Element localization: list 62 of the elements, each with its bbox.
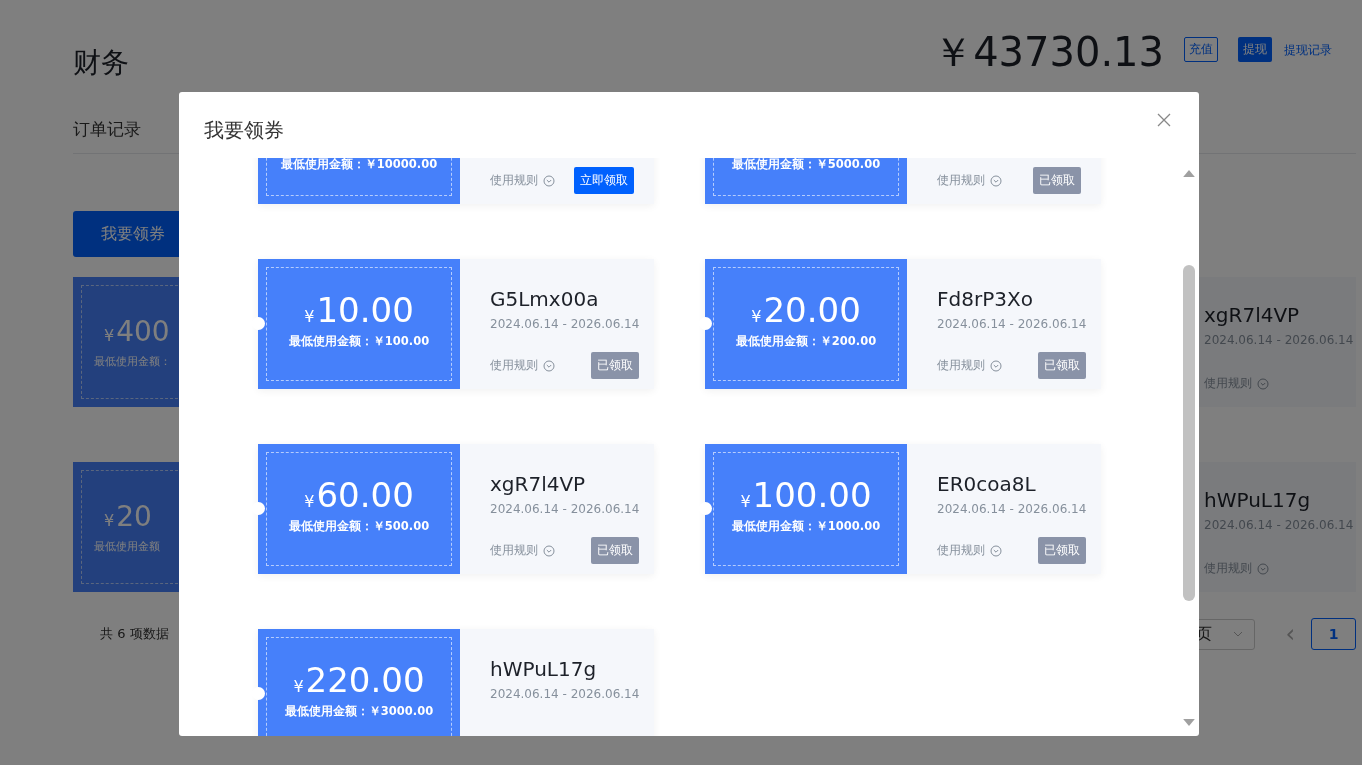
previous-page-button[interactable]: ‹: [1279, 619, 1301, 649]
coupon-amount: ¥220.00: [293, 660, 425, 700]
coupon-amount: ¥10.00: [304, 290, 414, 330]
coupon-amount: ¥100.00: [740, 475, 872, 515]
recharge-button[interactable]: 充值: [1184, 37, 1218, 62]
claimed-button[interactable]: 已领取: [591, 352, 640, 379]
coupon-dates: 2024.06.14 - 2026.06.14: [490, 687, 640, 701]
coupon-code: Fd8rP3Xo: [937, 287, 1034, 311]
page-number-button[interactable]: 1: [1311, 618, 1356, 650]
coupon-dates: 2024.06.14 - 2026.06.14: [937, 502, 1087, 516]
scroll-up-icon[interactable]: [1183, 170, 1195, 177]
coupon-min-amount: 最低使用金额：￥200.00: [735, 334, 877, 349]
scroll-down-icon[interactable]: [1183, 719, 1195, 726]
coupon-code: xgR7l4VP: [1204, 303, 1301, 327]
coupon-amount: ¥20.00: [751, 290, 861, 330]
coupon-amount: ¥400: [103, 315, 170, 348]
coupon-min-amount: 最低使用金额：: [94, 354, 171, 369]
withdraw-log-link[interactable]: 提现记录: [1284, 42, 1332, 59]
usage-rules-toggle[interactable]: 使用规则: [937, 172, 1002, 189]
chevron-down-icon: [543, 174, 555, 187]
page-title: 财务: [73, 45, 130, 81]
coupon-amount: ¥20: [103, 500, 152, 533]
coupon-dates: 2024.06.14 - 2026.06.14: [490, 317, 640, 331]
withdraw-button[interactable]: 提现: [1238, 37, 1272, 62]
coupon-min-amount: 最低使用金额：￥10000.00: [280, 158, 438, 172]
coupon-min-amount: 最低使用金额：￥500.00: [288, 519, 430, 534]
claimed-button[interactable]: 已领取: [1038, 352, 1087, 379]
chevron-down-icon: [1257, 562, 1269, 575]
usage-rules-toggle[interactable]: 使用规则: [937, 357, 1002, 374]
coupon-min-amount: 最低使用金额：￥100.00: [288, 334, 430, 349]
coupon-min-amount: 最低使用金额：￥5000.00: [731, 158, 881, 172]
coupon-code: xgR7l4VP: [490, 472, 587, 496]
claim-now-button[interactable]: 立即领取: [574, 167, 634, 194]
chevron-down-icon: [990, 174, 1002, 187]
close-icon[interactable]: [1157, 113, 1171, 127]
coupon-code: hWPuL17g: [490, 657, 598, 681]
coupon-min-amount: 最低使用金额：￥3000.00: [284, 704, 434, 719]
claimed-button[interactable]: 已领取: [1038, 537, 1087, 564]
coupon-dates: 2024.06.14 - 2026.06.14: [937, 317, 1087, 331]
coupon-min-amount: 最低使用金额：￥1000.00: [731, 519, 881, 534]
coupon-amount: ¥60.00: [304, 475, 414, 515]
chevron-down-icon: [543, 544, 555, 557]
usage-rules-toggle[interactable]: 使用规则: [490, 172, 555, 189]
chevron-down-icon: [990, 544, 1002, 557]
balance-amount: ￥43730.13: [933, 30, 1164, 74]
coupon-dates: 2024.06.14 - 2026.06.14: [490, 502, 640, 516]
coupon-code: hWPuL17g: [1204, 488, 1312, 512]
usage-rules-toggle[interactable]: 使用规则: [937, 542, 1002, 559]
scrollbar-thumb[interactable]: [1183, 265, 1195, 601]
dialog-title: 我要领券: [204, 116, 284, 144]
usage-rules-toggle[interactable]: 使用规则: [490, 357, 555, 374]
order-records-tab[interactable]: 订单记录: [73, 106, 141, 141]
total-count: 共 6 项数据: [100, 625, 170, 643]
chevron-down-icon: [990, 359, 1002, 372]
chevron-down-icon: [1257, 377, 1269, 390]
coupon-code: ER0coa8L: [937, 472, 1037, 496]
chevron-down-icon: [543, 359, 555, 372]
coupon-code: G5Lmx00a: [490, 287, 600, 311]
claimed-button[interactable]: 已领取: [591, 537, 640, 564]
usage-rules-toggle[interactable]: 使用规则: [490, 542, 555, 559]
coupon-min-amount: 最低使用金额: [94, 539, 160, 554]
claimed-button[interactable]: 已领取: [1033, 167, 1081, 194]
